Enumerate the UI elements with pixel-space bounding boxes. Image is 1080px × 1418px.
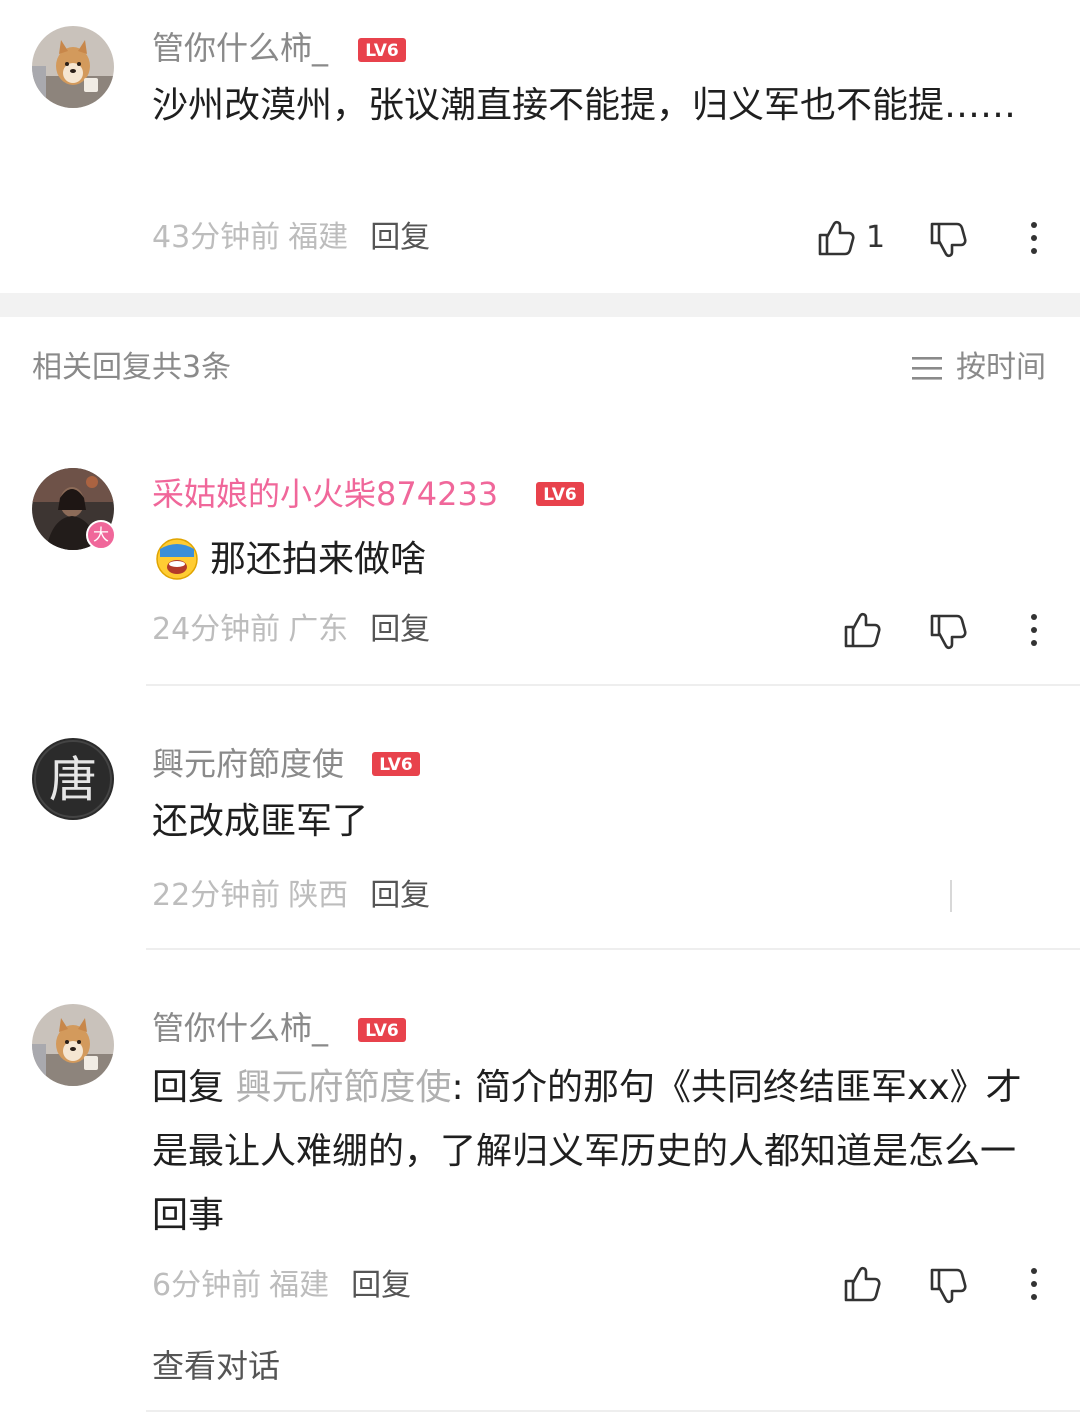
username[interactable]: 管你什么柿_ bbox=[152, 1008, 328, 1048]
thumbs-down-icon[interactable] bbox=[928, 220, 968, 260]
mention-link[interactable]: 興元府節度使 bbox=[235, 1067, 451, 1108]
thumbs-down-icon[interactable] bbox=[928, 1266, 968, 1306]
view-conversation-link[interactable]: 查看对话 bbox=[152, 1346, 280, 1386]
thumbs-up-icon[interactable] bbox=[816, 218, 856, 258]
comment-text: 还改成匪军了 bbox=[152, 801, 369, 842]
comment-time: 24分钟前 bbox=[152, 612, 281, 647]
more-options-icon[interactable] bbox=[1014, 218, 1054, 258]
level-badge-icon: LV6 bbox=[358, 1018, 406, 1042]
replies-count-title: 相关回复共3条 bbox=[32, 350, 232, 385]
level-badge-icon: LV6 bbox=[536, 482, 584, 506]
divider bbox=[146, 684, 1080, 686]
comment-meta: 22分钟前 陕西 回复 bbox=[152, 876, 430, 916]
comment-meta: 24分钟前 广东 回复 bbox=[152, 610, 430, 650]
faded-action-mark bbox=[950, 880, 952, 912]
comment-meta: 6分钟前 福建 回复 bbox=[152, 1266, 411, 1306]
comment-text: 回复 興元府節度使: 简介的那句《共同终结匪军xx》才是最让人难绷的，了解归义军… bbox=[152, 1056, 1042, 1248]
comment-location: 广东 bbox=[288, 612, 349, 647]
svg-text:唐: 唐 bbox=[49, 752, 97, 808]
comment-location: 陕西 bbox=[288, 878, 349, 913]
reply-button[interactable]: 回复 bbox=[370, 878, 430, 913]
comment-location: 福建 bbox=[288, 220, 349, 255]
more-options-icon[interactable] bbox=[1014, 610, 1054, 650]
laugh-cry-emoji-icon bbox=[156, 538, 198, 580]
thumbs-up-icon[interactable] bbox=[842, 610, 882, 650]
comment-time: 6分钟前 bbox=[152, 1268, 262, 1303]
comment-meta: 43分钟前 福建 回复 bbox=[152, 218, 430, 258]
comment-text-body: 那还拍来做啥 bbox=[210, 539, 427, 580]
avatar-shiba[interactable] bbox=[32, 26, 114, 108]
sort-label: 按时间 bbox=[956, 350, 1046, 385]
comment-time: 43分钟前 bbox=[152, 220, 281, 255]
divider bbox=[146, 948, 1080, 950]
reply-prefix: 回复 bbox=[152, 1067, 225, 1108]
sort-by-time-button[interactable]: 按时间 bbox=[910, 348, 1046, 388]
level-badge-icon: LV6 bbox=[358, 38, 406, 62]
reply-button[interactable]: 回复 bbox=[370, 612, 430, 647]
level-badge-icon: LV6 bbox=[372, 752, 420, 776]
sort-menu-icon bbox=[912, 357, 942, 380]
divider bbox=[146, 1410, 1080, 1412]
svg-text:LV6: LV6 bbox=[365, 41, 398, 61]
reply-button[interactable]: 回复 bbox=[370, 220, 430, 255]
svg-text:LV6: LV6 bbox=[543, 485, 576, 505]
more-options-icon[interactable] bbox=[1014, 1264, 1054, 1304]
svg-text:LV6: LV6 bbox=[379, 755, 412, 775]
avatar-shiba[interactable] bbox=[32, 1004, 114, 1086]
comment-time: 22分钟前 bbox=[152, 878, 281, 913]
thumbs-up-icon[interactable] bbox=[842, 1264, 882, 1304]
like-count: 1 bbox=[866, 220, 886, 255]
username[interactable]: 管你什么柿_ bbox=[152, 28, 328, 68]
thumbs-down-icon[interactable] bbox=[928, 612, 968, 652]
username[interactable]: 興元府節度使 bbox=[152, 744, 344, 784]
comment-text: 沙州改漠州，张议潮直接不能提，归义军也不能提…… bbox=[152, 85, 1017, 126]
comment-text: 那还拍来做啥 bbox=[152, 528, 1042, 592]
username[interactable]: 采姑娘的小火柴874233 bbox=[152, 474, 498, 514]
vip-badge: 大 bbox=[86, 520, 116, 550]
svg-text:LV6: LV6 bbox=[365, 1021, 398, 1041]
avatar-tang-calligraphy[interactable]: 唐 bbox=[32, 738, 114, 820]
section-separator bbox=[0, 293, 1080, 317]
reply-button[interactable]: 回复 bbox=[351, 1268, 411, 1303]
comment-location: 福建 bbox=[269, 1268, 330, 1303]
